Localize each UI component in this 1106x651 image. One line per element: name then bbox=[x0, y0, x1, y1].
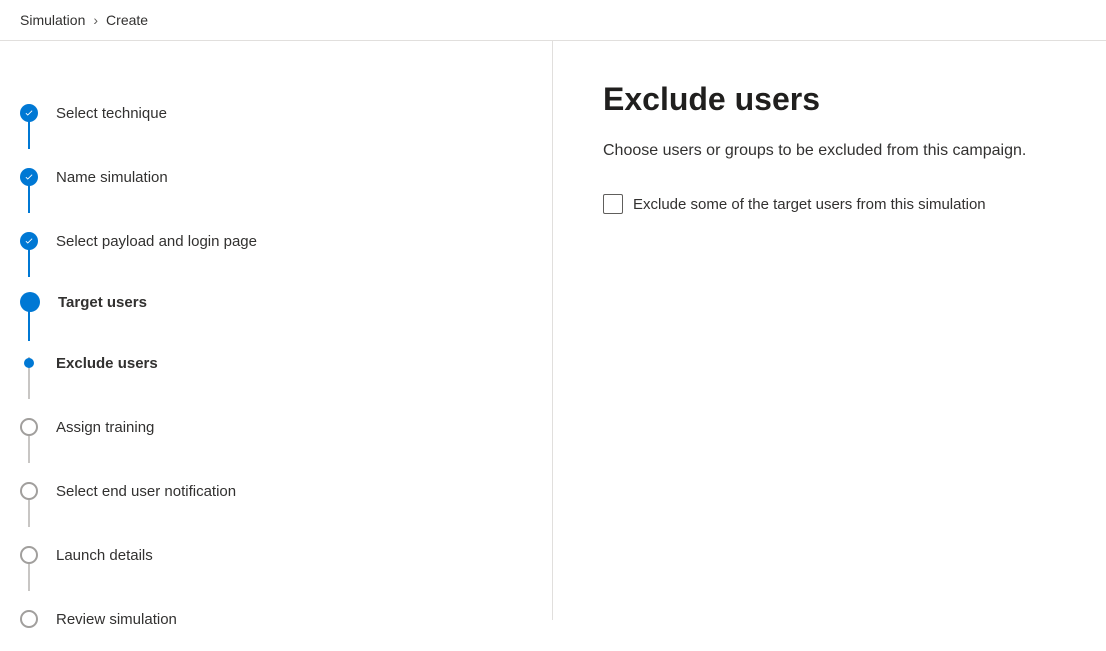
step-target-users[interactable]: Target users bbox=[20, 273, 532, 331]
chevron-right-icon: › bbox=[93, 12, 98, 28]
page-title: Exclude users bbox=[603, 81, 1056, 118]
step-label: Assign training bbox=[56, 419, 154, 436]
step-label: Review simulation bbox=[56, 611, 177, 628]
step-name-simulation[interactable]: Name simulation bbox=[20, 145, 532, 209]
step-label: Name simulation bbox=[56, 169, 168, 186]
step-select-technique[interactable]: Select technique bbox=[20, 81, 532, 145]
breadcrumb-item-create[interactable]: Create bbox=[106, 12, 148, 28]
exclude-users-checkbox[interactable] bbox=[603, 194, 623, 214]
step-exclude-users[interactable]: Exclude users bbox=[20, 331, 532, 395]
wizard-sidebar: Select technique Name simulation bbox=[0, 41, 553, 620]
pending-step-icon bbox=[20, 610, 38, 628]
breadcrumb: Simulation › Create bbox=[0, 0, 1106, 41]
substep-icon bbox=[24, 358, 34, 368]
step-label: Select technique bbox=[56, 105, 167, 122]
pending-step-icon bbox=[20, 546, 38, 564]
step-launch-details[interactable]: Launch details bbox=[20, 523, 532, 587]
pending-step-icon bbox=[20, 482, 38, 500]
step-label: Select end user notification bbox=[56, 483, 236, 500]
step-select-payload[interactable]: Select payload and login page bbox=[20, 209, 532, 273]
exclude-checkbox-row: Exclude some of the target users from th… bbox=[603, 194, 1056, 214]
step-review-simulation[interactable]: Review simulation bbox=[20, 587, 532, 651]
step-label: Select payload and login page bbox=[56, 233, 257, 250]
step-label: Target users bbox=[58, 294, 147, 311]
pending-step-icon bbox=[20, 418, 38, 436]
check-icon bbox=[20, 168, 38, 186]
step-end-user-notification[interactable]: Select end user notification bbox=[20, 459, 532, 523]
breadcrumb-item-simulation[interactable]: Simulation bbox=[20, 12, 85, 28]
step-label: Exclude users bbox=[56, 355, 158, 372]
check-icon bbox=[20, 232, 38, 250]
main-panel: Exclude users Choose users or groups to … bbox=[553, 41, 1106, 620]
page-description: Choose users or groups to be excluded fr… bbox=[603, 142, 1056, 160]
current-step-icon bbox=[20, 292, 40, 312]
exclude-checkbox-label[interactable]: Exclude some of the target users from th… bbox=[633, 196, 986, 213]
step-label: Launch details bbox=[56, 547, 153, 564]
check-icon bbox=[20, 104, 38, 122]
step-assign-training[interactable]: Assign training bbox=[20, 395, 532, 459]
